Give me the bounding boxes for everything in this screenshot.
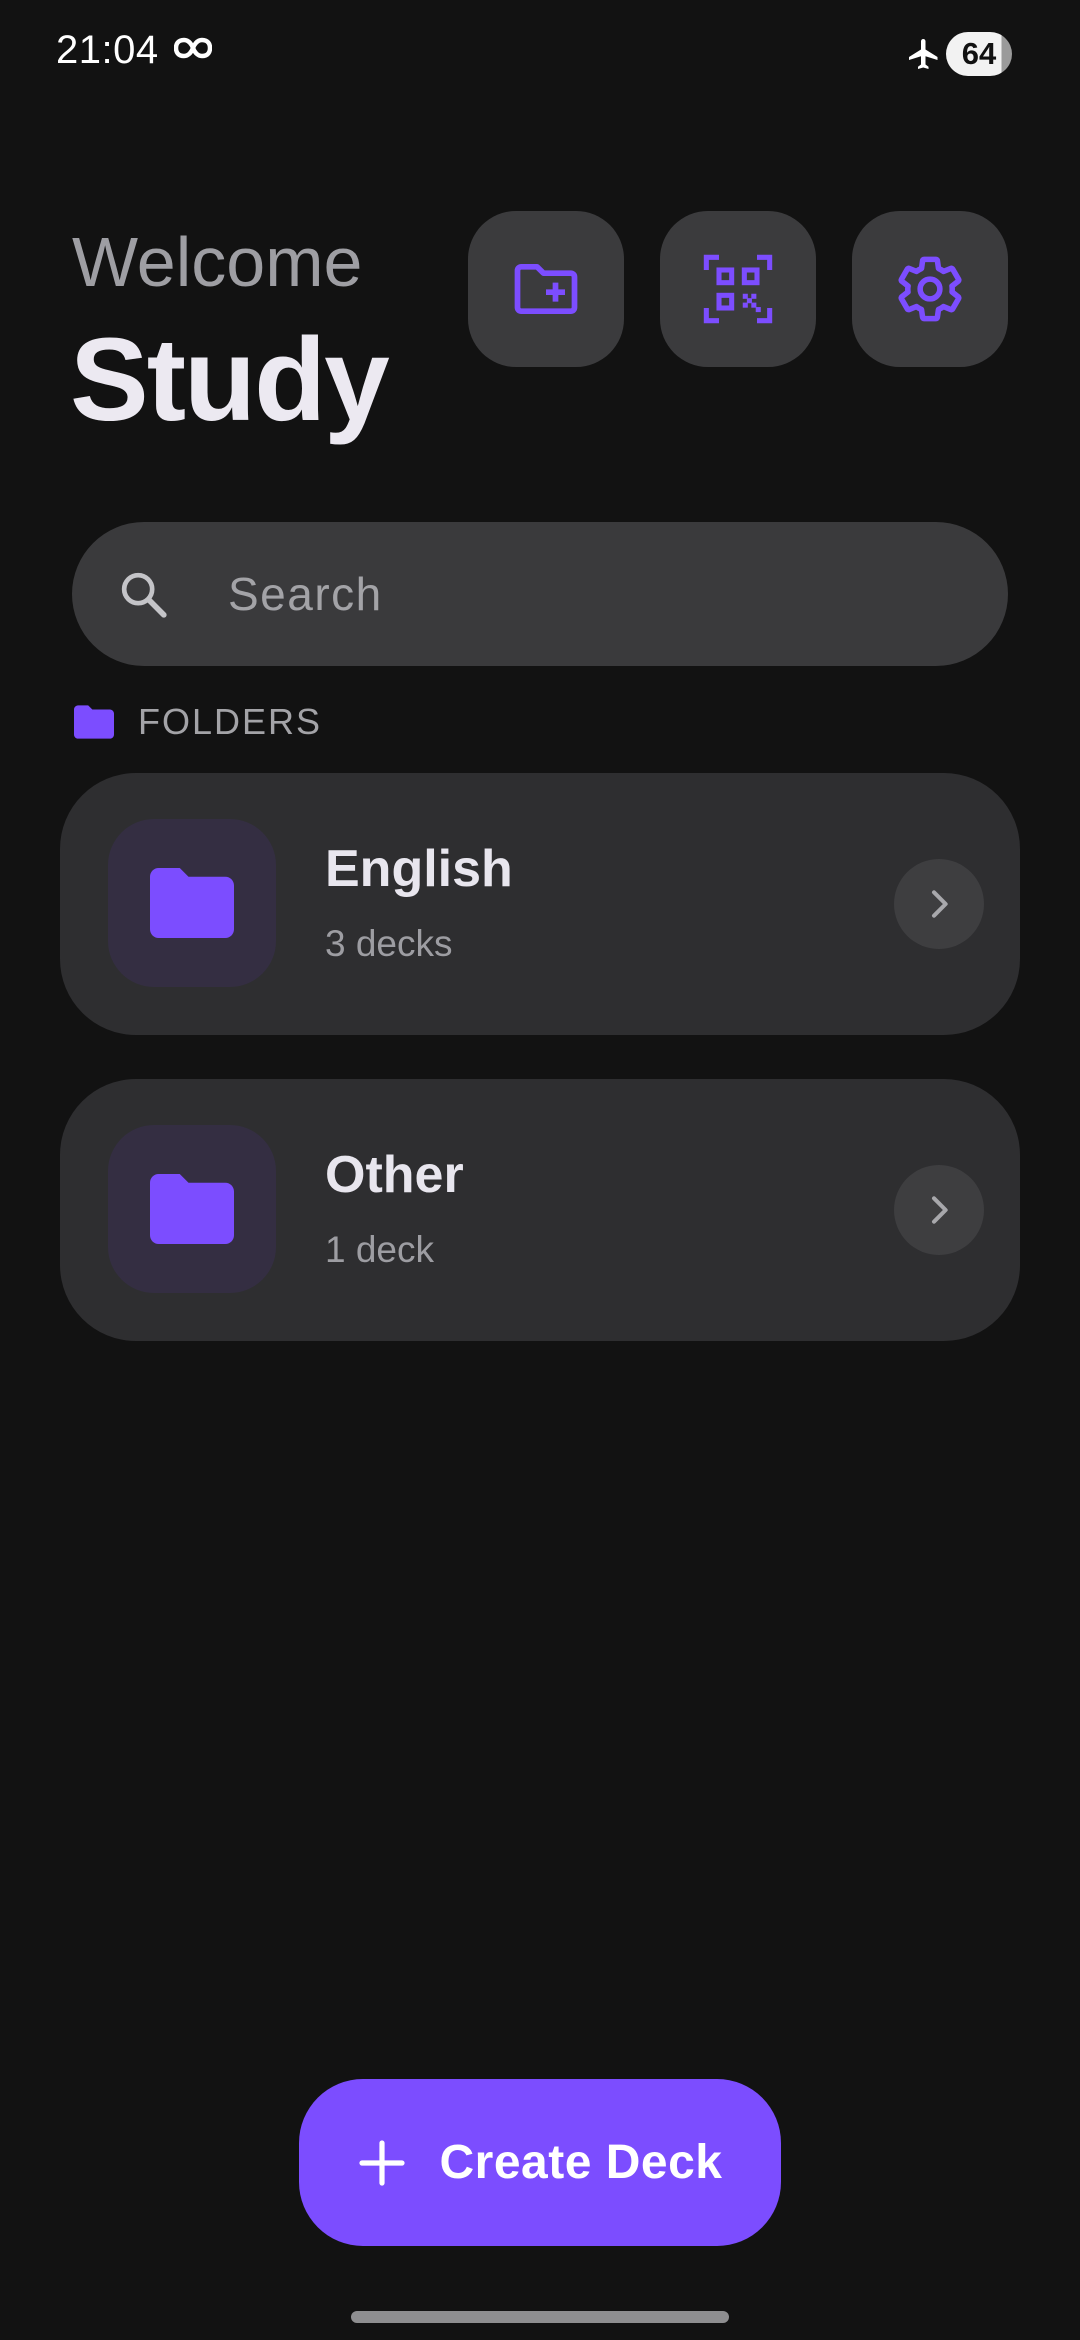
chevron-right-icon — [932, 1196, 948, 1224]
search-icon — [121, 572, 167, 618]
search-input[interactable] — [228, 522, 968, 666]
open-folder-button[interactable] — [894, 859, 984, 949]
folder-thumbnail — [108, 819, 276, 987]
create-deck-button[interactable]: Create Deck — [299, 2079, 781, 2246]
folder-card-other[interactable]: Other 1 deck — [60, 1079, 1020, 1341]
folders-section-label: FOLDERS — [138, 701, 323, 742]
plus-icon — [358, 2139, 405, 2186]
folder-icon — [150, 1174, 234, 1244]
airplane-icon — [909, 39, 938, 69]
folder-thumbnail — [108, 1125, 276, 1293]
chevron-right-icon — [932, 890, 948, 918]
settings-button[interactable] — [852, 211, 1008, 367]
home-indicator[interactable] — [351, 2311, 729, 2323]
home-screen: 21:04 64 Welcome Study Search FOLDERS En… — [0, 0, 1080, 2340]
qr-code-icon — [703, 254, 773, 324]
folders-section-header: FOLDERS — [74, 700, 322, 744]
gear-icon — [898, 256, 962, 322]
new-folder-button[interactable] — [468, 211, 624, 367]
status-time: 21:04 — [56, 28, 159, 72]
battery-indicator: 64 — [946, 32, 1012, 76]
infinity-icon — [174, 37, 212, 59]
folder-icon — [150, 868, 234, 938]
folder-deck-count: 3 decks — [325, 923, 453, 964]
folder-deck-count: 1 deck — [325, 1229, 435, 1270]
folder-icon — [74, 705, 114, 739]
search-bar[interactable] — [72, 522, 1008, 666]
folder-add-icon — [514, 263, 578, 315]
page-title: Study — [70, 314, 390, 446]
folder-card-english[interactable]: English 3 decks — [60, 773, 1020, 1035]
folder-name: English — [325, 840, 513, 898]
open-folder-button[interactable] — [894, 1165, 984, 1255]
greeting-text: Welcome — [72, 223, 363, 301]
create-deck-label: Create Deck — [439, 2136, 723, 2189]
scan-qr-button[interactable] — [660, 211, 816, 367]
folder-name: Other — [325, 1146, 464, 1204]
